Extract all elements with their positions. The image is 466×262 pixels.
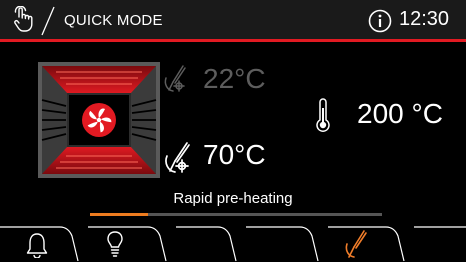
- touch-hand-icon[interactable]: [11, 6, 37, 34]
- tab-empty-3[interactable]: [404, 226, 466, 262]
- oven-heating-graphic: [38, 62, 160, 178]
- tab-alarm[interactable]: [0, 226, 74, 262]
- preheat-progress-bar: [90, 213, 382, 216]
- tab-light[interactable]: [78, 226, 164, 262]
- core-probe-icon: [345, 230, 367, 258]
- tab-empty-1[interactable]: [166, 226, 236, 262]
- tab-empty-2[interactable]: [236, 226, 318, 262]
- probe-current-temperature: 22°C: [203, 63, 266, 94]
- tab-core-probe[interactable]: [318, 226, 404, 262]
- status-message: Rapid pre-heating: [173, 190, 293, 207]
- oven-setpoint-temperature[interactable]: 200 °C: [357, 98, 443, 130]
- light-bulb-icon: [107, 231, 123, 257]
- header-accent-line: [0, 39, 466, 42]
- core-probe-current-icon: [164, 65, 186, 92]
- header-bar: QUICK MODE 12:30: [0, 0, 466, 40]
- probe-target-temperature[interactable]: 70°C: [203, 139, 266, 171]
- bottom-tab-bar: [0, 226, 466, 262]
- page-title: QUICK MODE: [64, 12, 163, 29]
- header-divider: [41, 6, 55, 36]
- bell-icon: [26, 233, 48, 258]
- quick-mode-screen: QUICK MODE 12:30 22°C 200 °C 70°C Rapid …: [0, 0, 466, 262]
- preheat-progress-fill: [90, 213, 149, 216]
- thermometer-icon: [316, 98, 330, 132]
- core-probe-target-icon: [165, 142, 190, 173]
- info-icon[interactable]: [368, 9, 392, 33]
- clock-time: 12:30: [399, 8, 450, 30]
